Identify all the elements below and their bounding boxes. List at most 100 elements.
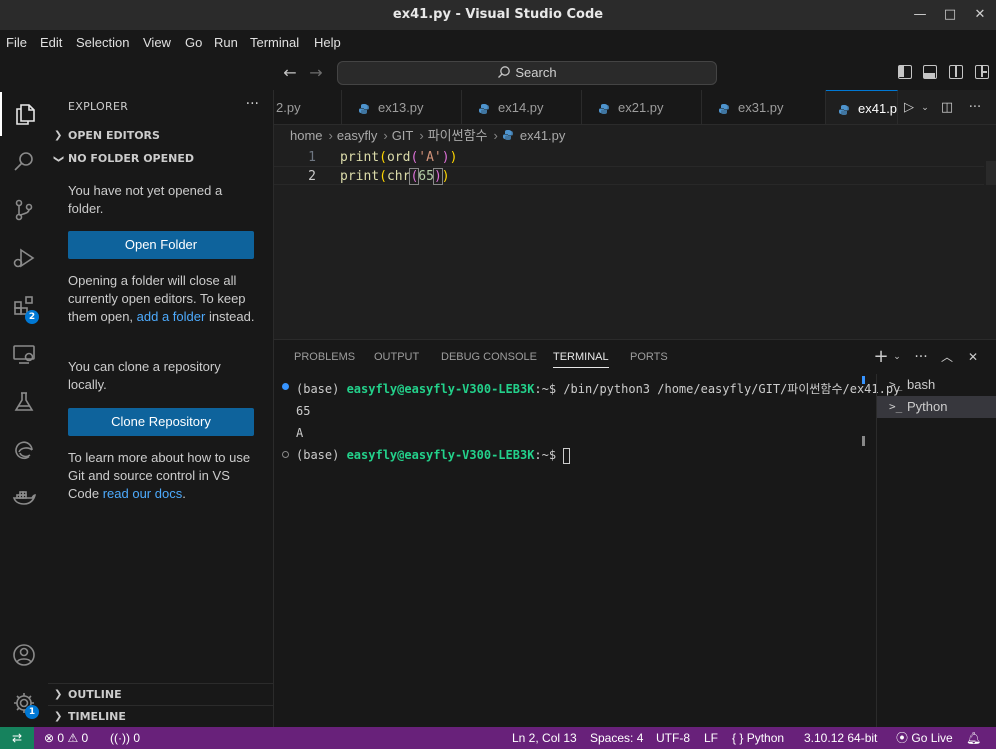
minimap[interactable] xyxy=(986,161,996,185)
prompt-user: easyfly@easyfly-V300-LEB3K xyxy=(346,448,535,462)
toggle-secondary-sidebar-icon[interactable] xyxy=(949,65,963,79)
source-control-icon[interactable] xyxy=(0,188,48,232)
tab-ex41-py[interactable]: ex41.py xyxy=(826,90,898,124)
remote-explorer-icon[interactable] xyxy=(0,332,48,376)
python-file-icon xyxy=(359,103,369,114)
tab-terminal[interactable]: TERMINAL xyxy=(553,340,609,368)
breadcrumb-item[interactable]: GIT xyxy=(392,128,414,143)
toggle-panel-icon[interactable] xyxy=(923,65,937,79)
close-panel-icon[interactable]: ✕ xyxy=(964,348,982,366)
notifications-bell-icon[interactable]: 🔔︎ xyxy=(966,727,981,749)
python-interpreter[interactable]: 3.10.12 64-bit xyxy=(804,727,877,749)
edge-icon[interactable] xyxy=(0,428,48,472)
end-of-line[interactable]: LF xyxy=(704,727,718,749)
menu-view[interactable]: View xyxy=(143,30,171,56)
menu-selection[interactable]: Selection xyxy=(76,30,129,56)
close-window-button[interactable]: ✕ xyxy=(965,0,995,30)
chevron-right-icon: › xyxy=(493,128,498,143)
tab-label: ex41.py xyxy=(858,101,898,116)
add-folder-link[interactable]: add a folder xyxy=(137,309,206,324)
menu-terminal[interactable]: Terminal xyxy=(250,30,299,56)
section-open-editors[interactable]: ❯ OPEN EDITORS xyxy=(48,125,274,147)
go-live[interactable]: ⦿ Go Live xyxy=(896,727,953,749)
ports-indicator[interactable]: ((·)) 0 xyxy=(110,727,140,749)
read-docs-link[interactable]: read our docs xyxy=(103,486,183,501)
section-outline[interactable]: ❯ OUTLINE xyxy=(48,683,274,705)
python-file-icon xyxy=(479,103,489,114)
breadcrumb-item[interactable]: 파이썬함수 xyxy=(428,128,488,143)
minimize-button[interactable]: — xyxy=(905,0,935,30)
tab-ex31-py[interactable]: ex31.py xyxy=(702,90,826,124)
toggle-primary-sidebar-icon[interactable] xyxy=(898,65,912,79)
cursor-position[interactable]: Ln 2, Col 13 xyxy=(512,727,577,749)
remote-indicator-icon[interactable]: ⇄ xyxy=(0,727,34,749)
breadcrumb-item[interactable]: ex41.py xyxy=(520,128,566,143)
terminal-item-python[interactable]: >_ Python xyxy=(877,396,996,418)
menu-edit[interactable]: Edit xyxy=(40,30,62,56)
customize-layout-icon[interactable] xyxy=(975,65,989,79)
encoding[interactable]: UTF-8 xyxy=(656,727,690,749)
menu-help[interactable]: Help xyxy=(314,30,341,56)
code-text: print(chr(65)) xyxy=(340,168,450,185)
error-count: 0 xyxy=(57,731,65,745)
more-actions-icon[interactable]: ··· xyxy=(246,96,259,112)
more-actions-icon[interactable]: ··· xyxy=(912,348,930,366)
forward-arrow-icon[interactable]: → xyxy=(305,62,327,84)
maximize-button[interactable]: □ xyxy=(935,0,965,30)
back-arrow-icon[interactable]: ← xyxy=(279,62,301,84)
tab-output[interactable]: OUTPUT xyxy=(374,340,419,374)
language-mode[interactable]: { } Python xyxy=(732,727,784,749)
tab-2-py[interactable]: 2.py xyxy=(274,90,342,124)
terminal-output[interactable]: (base) easyfly@easyfly-V300-LEB3K:~$ /bi… xyxy=(274,374,900,728)
tab-ex14-py[interactable]: ex14.py xyxy=(462,90,582,124)
gear-icon[interactable]: 1 xyxy=(0,681,48,725)
menu-file[interactable]: File xyxy=(6,30,27,56)
tab-problems[interactable]: PROBLEMS xyxy=(294,340,355,374)
breadcrumb-item[interactable]: easyfly xyxy=(337,128,377,143)
more-actions-icon[interactable]: ··· xyxy=(966,99,984,117)
search-label: Search xyxy=(515,65,557,80)
ports-count: 0 xyxy=(133,731,141,745)
code-editor[interactable]: 1 print(ord('A')) 2 print(chr(65)) xyxy=(274,147,996,339)
tab-debug-console[interactable]: DEBUG CONSOLE xyxy=(441,340,537,374)
tab-ex13-py[interactable]: ex13.py xyxy=(342,90,462,124)
tab-ex21-py[interactable]: ex21.py xyxy=(582,90,702,124)
maximize-panel-icon[interactable]: ︿ xyxy=(938,348,956,366)
breadcrumb-item[interactable]: home xyxy=(290,128,323,143)
account-icon[interactable] xyxy=(0,633,48,677)
terminal-cursor xyxy=(563,447,571,464)
extensions-badge: 2 xyxy=(25,310,39,324)
section-no-folder-opened[interactable]: ❯ NO FOLDER OPENED xyxy=(48,148,274,170)
chevron-right-icon: › xyxy=(383,128,388,143)
terminal-item-bash[interactable]: >_ bash xyxy=(877,374,996,396)
line-number: 1 xyxy=(308,150,316,165)
warning-icon: ⚠ xyxy=(67,731,79,745)
files-icon[interactable] xyxy=(0,92,48,136)
open-folder-button[interactable]: Open Folder xyxy=(68,231,254,259)
code-line[interactable]: 2 print(chr(65)) xyxy=(274,167,996,186)
terminal-scrollbar[interactable] xyxy=(862,376,866,456)
command-center-search[interactable]: Search xyxy=(337,61,717,85)
chevron-down-icon: ❯ xyxy=(53,154,65,164)
extensions-icon[interactable]: 2 xyxy=(0,284,48,328)
run-debug-icon[interactable] xyxy=(0,236,48,280)
chevron-down-icon[interactable]: ⌄ xyxy=(916,99,934,117)
menu-bar: File Edit Selection View Go Run Terminal… xyxy=(0,30,996,56)
code-line[interactable]: 1 print(ord('A')) xyxy=(274,148,996,167)
docker-icon[interactable] xyxy=(0,476,48,520)
menu-go[interactable]: Go xyxy=(185,30,202,56)
problems-indicator[interactable]: ⊗ 0 ⚠ 0 xyxy=(44,727,88,749)
tab-ports[interactable]: PORTS xyxy=(630,340,668,374)
clone-repository-button[interactable]: Clone Repository xyxy=(68,408,254,436)
terminal-item-label: Python xyxy=(907,399,948,414)
indentation[interactable]: Spaces: 4 xyxy=(590,727,643,749)
split-editor-icon[interactable]: ◫ xyxy=(938,99,956,117)
search-icon[interactable] xyxy=(0,140,48,184)
menu-run[interactable]: Run xyxy=(214,30,238,56)
chevron-down-icon[interactable]: ⌄ xyxy=(888,348,906,366)
language-label: Python xyxy=(746,731,785,745)
chevron-right-icon: ❯ xyxy=(54,689,63,700)
section-label: OPEN EDITORS xyxy=(68,129,160,142)
section-timeline[interactable]: ❯ TIMELINE xyxy=(48,705,274,727)
testing-icon[interactable] xyxy=(0,380,48,424)
